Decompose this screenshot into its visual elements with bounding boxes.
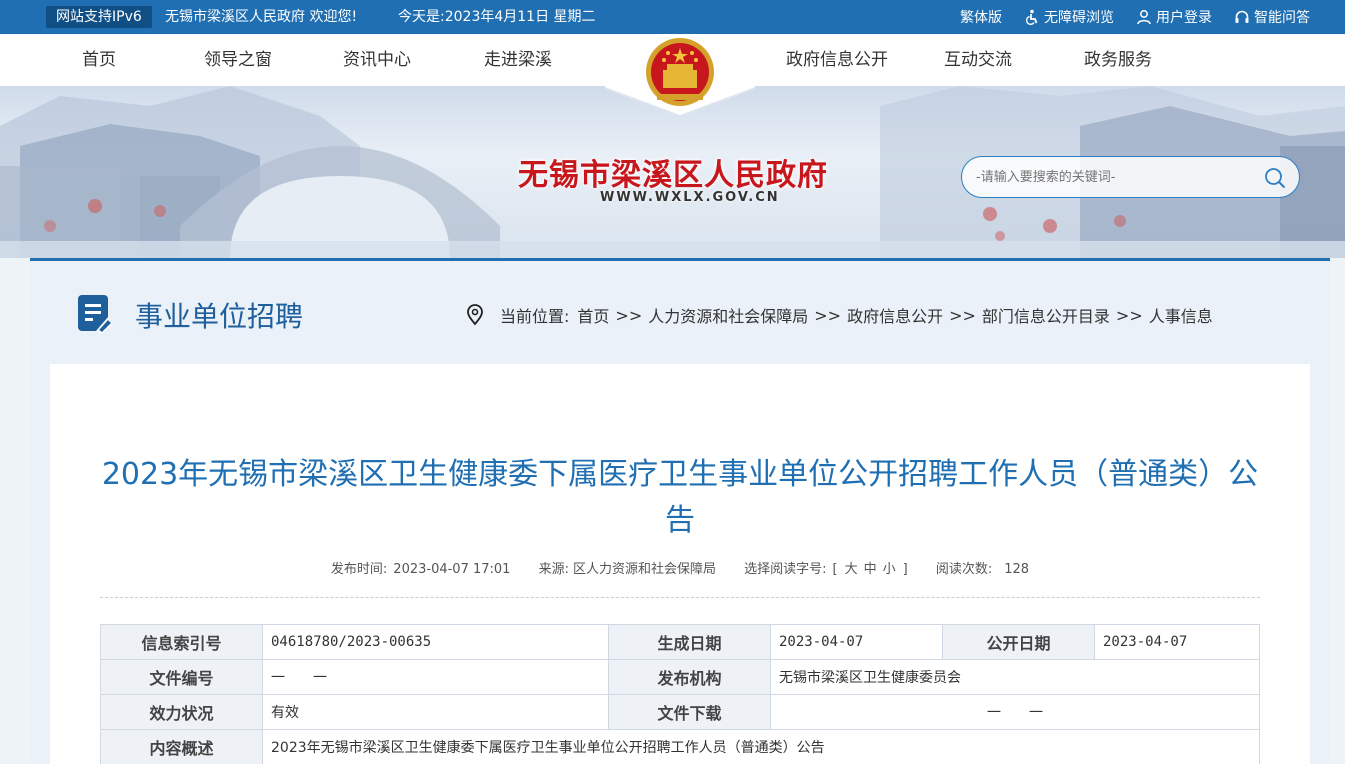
search-input[interactable] [976,165,1256,189]
table-row: 内容概述 2023年无锡市梁溪区卫生健康委下属医疗卫生事业单位公开招聘工作人员（… [100,729,1260,764]
breadcrumb: 当前位置: 首页 >> 人力资源和社会保障局 >> 政府信息公开 >> 部门信息… [464,303,1213,327]
index-value: 04618780/2023-00635 [262,624,609,660]
nav-home[interactable]: 首页 [82,34,116,86]
breadcrumb-separator: >> [615,305,643,325]
today-date: 今天是:2023年4月11日 星期二 [398,9,596,25]
view-count-value: 128 [1004,562,1030,577]
meta-divider [100,597,1260,598]
welcome-text: 无锡市梁溪区人民政府 欢迎您! [165,9,358,25]
breadcrumb-hr-bureau[interactable]: 人力资源和社会保障局 [648,303,808,327]
column-title: 事业单位招聘 [135,300,304,333]
accessibility-link[interactable]: 无障碍浏览 [1024,7,1114,27]
article-title: 2023年无锡市梁溪区卫生健康委下属医疗卫生事业单位公开招聘工作人员（普通类）公… [101,457,1259,538]
font-size-label: 选择阅读字号: [744,562,827,577]
file-download-value[interactable]: 一 一 [770,694,1260,730]
font-size-bracket-close: ] [902,562,908,577]
summary-value: 2023年无锡市梁溪区卫生健康委下属医疗卫生事业单位公开招聘工作人员（普通类）公… [262,729,1260,764]
font-size-bracket-open: [ [832,562,838,577]
doc-number-label: 文件编号 [100,659,263,695]
article-card: 2023年无锡市梁溪区卫生健康委下属医疗卫生事业单位公开招聘工作人员（普通类）公… [50,364,1310,764]
summary-label: 内容概述 [100,729,263,764]
nav-gov-services[interactable]: 政务服务 [1084,34,1152,86]
publisher-value: 无锡市梁溪区卫生健康委员会 [770,659,1260,695]
breadcrumb-separator: >> [1115,305,1143,325]
traditional-chinese-link[interactable]: 繁体版 [960,7,1002,27]
top-links: 繁体版 无障碍浏览 用户登录 智能问答 [960,0,1310,34]
content-container: 事业单位招聘 当前位置: 首页 >> 人力资源和社会保障局 >> 政府信息公开 … [30,258,1330,764]
publisher-label: 发布机构 [608,659,771,695]
info-table: 信息索引号 04618780/2023-00635 生成日期 2023-04-0… [100,624,1260,764]
national-emblem-icon [604,36,756,118]
breadcrumb-prefix: 当前位置: [500,307,570,326]
public-date-label: 公开日期 [942,624,1095,660]
publish-time-value: 2023-04-07 17:01 [393,562,511,577]
validity-label: 效力状况 [100,694,263,730]
nav-leaders[interactable]: 领导之窗 [204,34,272,86]
search-box [961,156,1300,198]
view-count: 阅读次数: 128 [936,562,1029,577]
nav-news[interactable]: 资讯中心 [343,34,411,86]
accessibility-icon [1025,9,1038,25]
source: 来源: 区人力资源和社会保障局 [539,562,716,577]
font-size-small[interactable]: 小 [883,562,896,577]
table-row: 信息索引号 04618780/2023-00635 生成日期 2023-04-0… [100,624,1260,660]
index-label: 信息索引号 [100,624,263,660]
table-row: 效力状况 有效 文件下载 一 一 [100,694,1260,730]
public-date-value: 2023-04-07 [1094,624,1260,660]
smart-qa-link[interactable]: 智能问答 [1234,7,1310,27]
font-size-large[interactable]: 大 [845,562,858,577]
location-pin-icon [467,304,483,326]
user-login-label: 用户登录 [1156,10,1212,26]
created-date-label: 生成日期 [608,624,771,660]
publish-time-label: 发布时间: [330,562,388,577]
traditional-chinese-label: 繁体版 [960,10,1002,26]
breadcrumb-dept-catalog[interactable]: 部门信息公开目录 [982,303,1110,327]
breadcrumb-separator: >> [814,305,842,325]
view-count-label: 阅读次数: [935,562,993,577]
smart-qa-label: 智能问答 [1254,10,1310,26]
source-value: 区人力资源和社会保障局 [572,562,716,577]
site-title: 无锡市梁溪区人民政府 [518,158,828,193]
breadcrumb-home[interactable]: 首页 [577,303,609,327]
nav-gov-info[interactable]: 政府信息公开 [786,34,888,86]
national-emblem [604,36,756,118]
top-bar: 网站支持IPv6 无锡市梁溪区人民政府 欢迎您! 今天是:2023年4月11日 … [0,0,1345,34]
doc-number-value: 一 一 [262,659,609,695]
font-size-selector: 选择阅读字号: [ 大中小] [744,562,908,577]
site-domain: WWW.WXLX.GOV.CN [600,190,780,205]
source-label: 来源: [538,562,569,577]
font-size-medium[interactable]: 中 [864,562,877,577]
validity-value: 有效 [262,694,609,730]
file-download-label: 文件下载 [608,694,771,730]
nav-about-liangxi[interactable]: 走进梁溪 [484,34,552,86]
nav-interaction[interactable]: 互动交流 [944,34,1012,86]
table-row: 文件编号 一 一 发布机构 无锡市梁溪区卫生健康委员会 [100,659,1260,695]
accessibility-label: 无障碍浏览 [1044,10,1114,26]
breadcrumb-personnel-info[interactable]: 人事信息 [1149,303,1213,327]
user-icon [1137,10,1151,25]
column-header: 事业单位招聘 当前位置: 首页 >> 人力资源和社会保障局 >> 政府信息公开 … [30,261,1330,361]
article-meta: 发布时间: 2023-04-07 17:01 来源: 区人力资源和社会保障局 选择阅… [50,558,1310,577]
search-icon[interactable] [1263,166,1287,190]
document-icon [78,295,112,333]
user-login-link[interactable]: 用户登录 [1136,7,1212,27]
breadcrumb-gov-info[interactable]: 政府信息公开 [847,303,943,327]
publish-time: 发布时间: 2023-04-07 17:01 [331,562,511,577]
headset-icon [1235,10,1249,23]
breadcrumb-separator: >> [949,305,976,325]
created-date-value: 2023-04-07 [770,624,943,660]
ipv6-badge: 网站支持IPv6 [46,6,152,28]
